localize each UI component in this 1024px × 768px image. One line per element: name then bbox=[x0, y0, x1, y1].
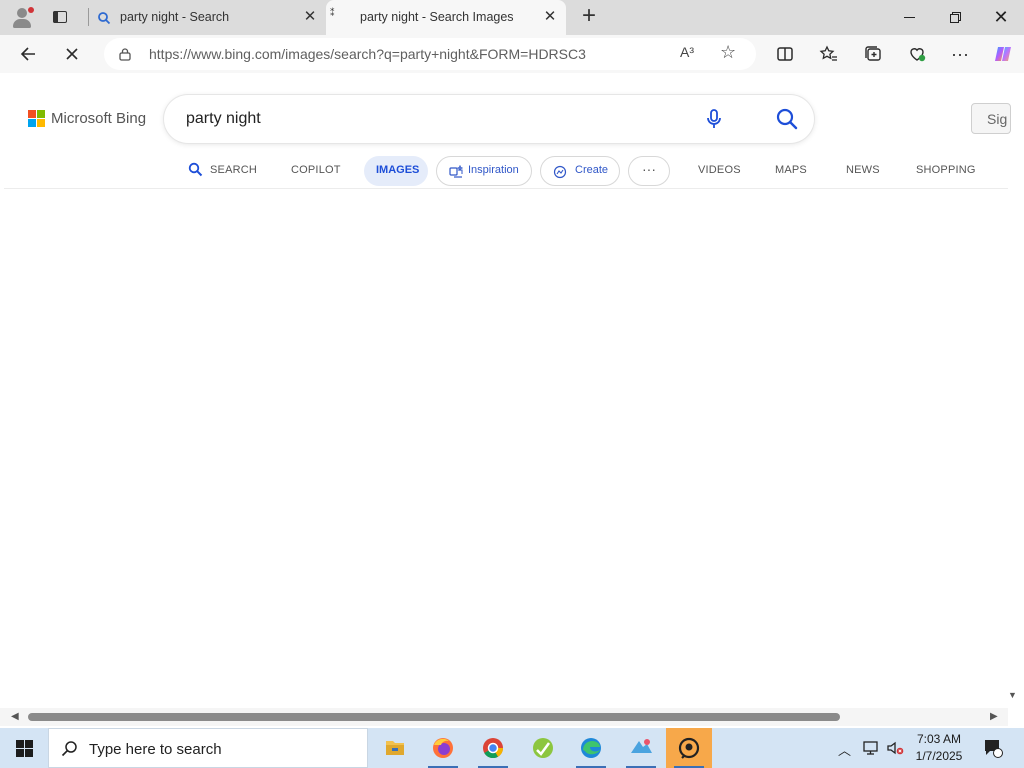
scope-news[interactable]: NEWS bbox=[846, 164, 880, 176]
tab-close-icon[interactable]: ✕ bbox=[542, 9, 558, 25]
tab-party-night-search-images[interactable]: ⁑ party night - Search Images ✕ bbox=[326, 0, 566, 35]
firefox-icon[interactable] bbox=[420, 728, 466, 768]
scope-maps[interactable]: MAPS bbox=[775, 164, 807, 176]
orange-app-icon[interactable] bbox=[666, 728, 712, 768]
bing-images-page: Microsoft Bing party night Sig SEARCH CO… bbox=[4, 73, 1011, 708]
search-icon bbox=[188, 162, 203, 177]
back-arrow-icon[interactable] bbox=[13, 39, 43, 69]
scope-label: SEARCH bbox=[210, 164, 258, 176]
blue-app-icon[interactable] bbox=[618, 728, 664, 768]
scope-copilot[interactable]: COPILOT bbox=[291, 164, 341, 176]
scope-shopping[interactable]: SHOPPING bbox=[916, 164, 976, 176]
logo-text: Microsoft Bing bbox=[51, 110, 147, 127]
create-image-icon bbox=[553, 165, 567, 179]
system-clock[interactable]: 7:03 AM 1/7/2025 bbox=[914, 731, 964, 765]
inspiration-icon bbox=[449, 165, 463, 178]
collections-icon[interactable] bbox=[858, 39, 888, 69]
windows-logo-icon bbox=[16, 740, 24, 748]
clock-time: 7:03 AM bbox=[916, 732, 962, 746]
read-aloud-icon[interactable]: A³ bbox=[680, 44, 694, 60]
tab-party-night-search[interactable]: party night - Search ✕ bbox=[88, 0, 326, 35]
network-icon[interactable] bbox=[862, 738, 882, 758]
microsoft-bing-logo[interactable]: Microsoft Bing bbox=[28, 109, 158, 129]
stop-loading-icon[interactable] bbox=[57, 39, 87, 69]
taskbar-search-placeholder: Type here to search bbox=[89, 741, 222, 758]
new-tab-icon[interactable]: + bbox=[576, 4, 602, 30]
search-box[interactable]: party night bbox=[164, 95, 814, 143]
tab-actions-icon[interactable] bbox=[48, 6, 72, 28]
green-app-icon[interactable] bbox=[520, 728, 566, 768]
scope-images[interactable]: IMAGES bbox=[364, 156, 428, 186]
search-scope-nav: SEARCH COPILOT IMAGES Inspiration Create… bbox=[4, 155, 1008, 189]
logo-square-icon bbox=[37, 110, 45, 118]
logo-square-icon bbox=[28, 110, 36, 118]
scope-label: IMAGES bbox=[376, 164, 420, 176]
logo-square-icon bbox=[28, 119, 36, 127]
split-screen-icon[interactable] bbox=[770, 39, 800, 69]
scroll-right-arrow-icon[interactable]: ▶ bbox=[990, 711, 998, 722]
close-window-button[interactable]: ✕ bbox=[978, 0, 1024, 34]
scope-label: Create bbox=[575, 164, 609, 176]
copilot-icon[interactable] bbox=[988, 39, 1018, 69]
more-options-button[interactable]: ··· bbox=[628, 156, 670, 186]
add-favorite-star-icon[interactable]: ☆ bbox=[720, 42, 736, 63]
start-button[interactable] bbox=[0, 728, 48, 768]
address-url[interactable]: https://www.bing.com/images/search?q=par… bbox=[149, 46, 586, 62]
favorites-icon[interactable] bbox=[814, 39, 844, 69]
clock-date: 1/7/2025 bbox=[915, 749, 963, 763]
horizontal-scroll-thumb[interactable] bbox=[28, 713, 840, 721]
tab-title: party night - Search bbox=[120, 10, 230, 24]
edge-icon[interactable] bbox=[568, 728, 614, 768]
windows-logo-icon bbox=[25, 749, 33, 757]
settings-more-icon[interactable]: ··· bbox=[945, 39, 975, 69]
address-bar[interactable]: https://www.bing.com/images/search?q=par… bbox=[104, 38, 756, 70]
minimize-button[interactable] bbox=[886, 0, 932, 34]
profile-icon[interactable] bbox=[8, 5, 36, 31]
windows-logo-icon bbox=[25, 740, 33, 748]
search-icon[interactable] bbox=[774, 106, 800, 132]
horizontal-scrollbar[interactable]: ◀ ▶ bbox=[0, 708, 1008, 726]
windows-taskbar: Type here to search ︿ 7:03 AM 1/7/2025 bbox=[0, 728, 1024, 768]
windows-logo-icon bbox=[16, 749, 24, 757]
search-icon bbox=[61, 741, 77, 757]
browser-essentials-icon[interactable] bbox=[902, 39, 932, 69]
tab-close-icon[interactable]: ✕ bbox=[302, 9, 318, 25]
restore-button[interactable] bbox=[932, 0, 978, 34]
scroll-down-arrow-icon[interactable]: ▼ bbox=[1008, 690, 1017, 700]
show-hidden-icons-chevron-icon[interactable]: ︿ bbox=[838, 740, 851, 759]
notifications-icon[interactable] bbox=[982, 737, 1004, 759]
browser-toolbar: https://www.bing.com/images/search?q=par… bbox=[0, 35, 1024, 73]
microphone-icon[interactable] bbox=[702, 107, 726, 131]
sign-in-button[interactable]: Sig bbox=[971, 103, 1011, 134]
scope-label: Inspiration bbox=[468, 164, 519, 176]
volume-muted-icon[interactable] bbox=[885, 738, 905, 758]
chrome-icon[interactable] bbox=[470, 728, 516, 768]
taskbar-search-box[interactable]: Type here to search bbox=[48, 728, 368, 768]
loading-icon: ⁑ bbox=[330, 8, 335, 18]
scope-inspiration-button[interactable]: Inspiration bbox=[436, 156, 532, 186]
scroll-left-arrow-icon[interactable]: ◀ bbox=[11, 711, 19, 722]
browser-tab-strip: party night - Search ✕ ⁑ party night - S… bbox=[0, 0, 1024, 35]
scope-videos[interactable]: VIDEOS bbox=[698, 164, 741, 176]
file-explorer-icon[interactable] bbox=[372, 728, 418, 768]
scope-create-button[interactable]: Create bbox=[540, 156, 620, 186]
search-query[interactable]: party night bbox=[186, 110, 261, 128]
logo-square-icon bbox=[37, 119, 45, 127]
tab-title: party night - Search Images bbox=[360, 10, 514, 24]
search-favicon-icon bbox=[98, 12, 111, 25]
site-info-lock-icon[interactable] bbox=[118, 47, 132, 61]
